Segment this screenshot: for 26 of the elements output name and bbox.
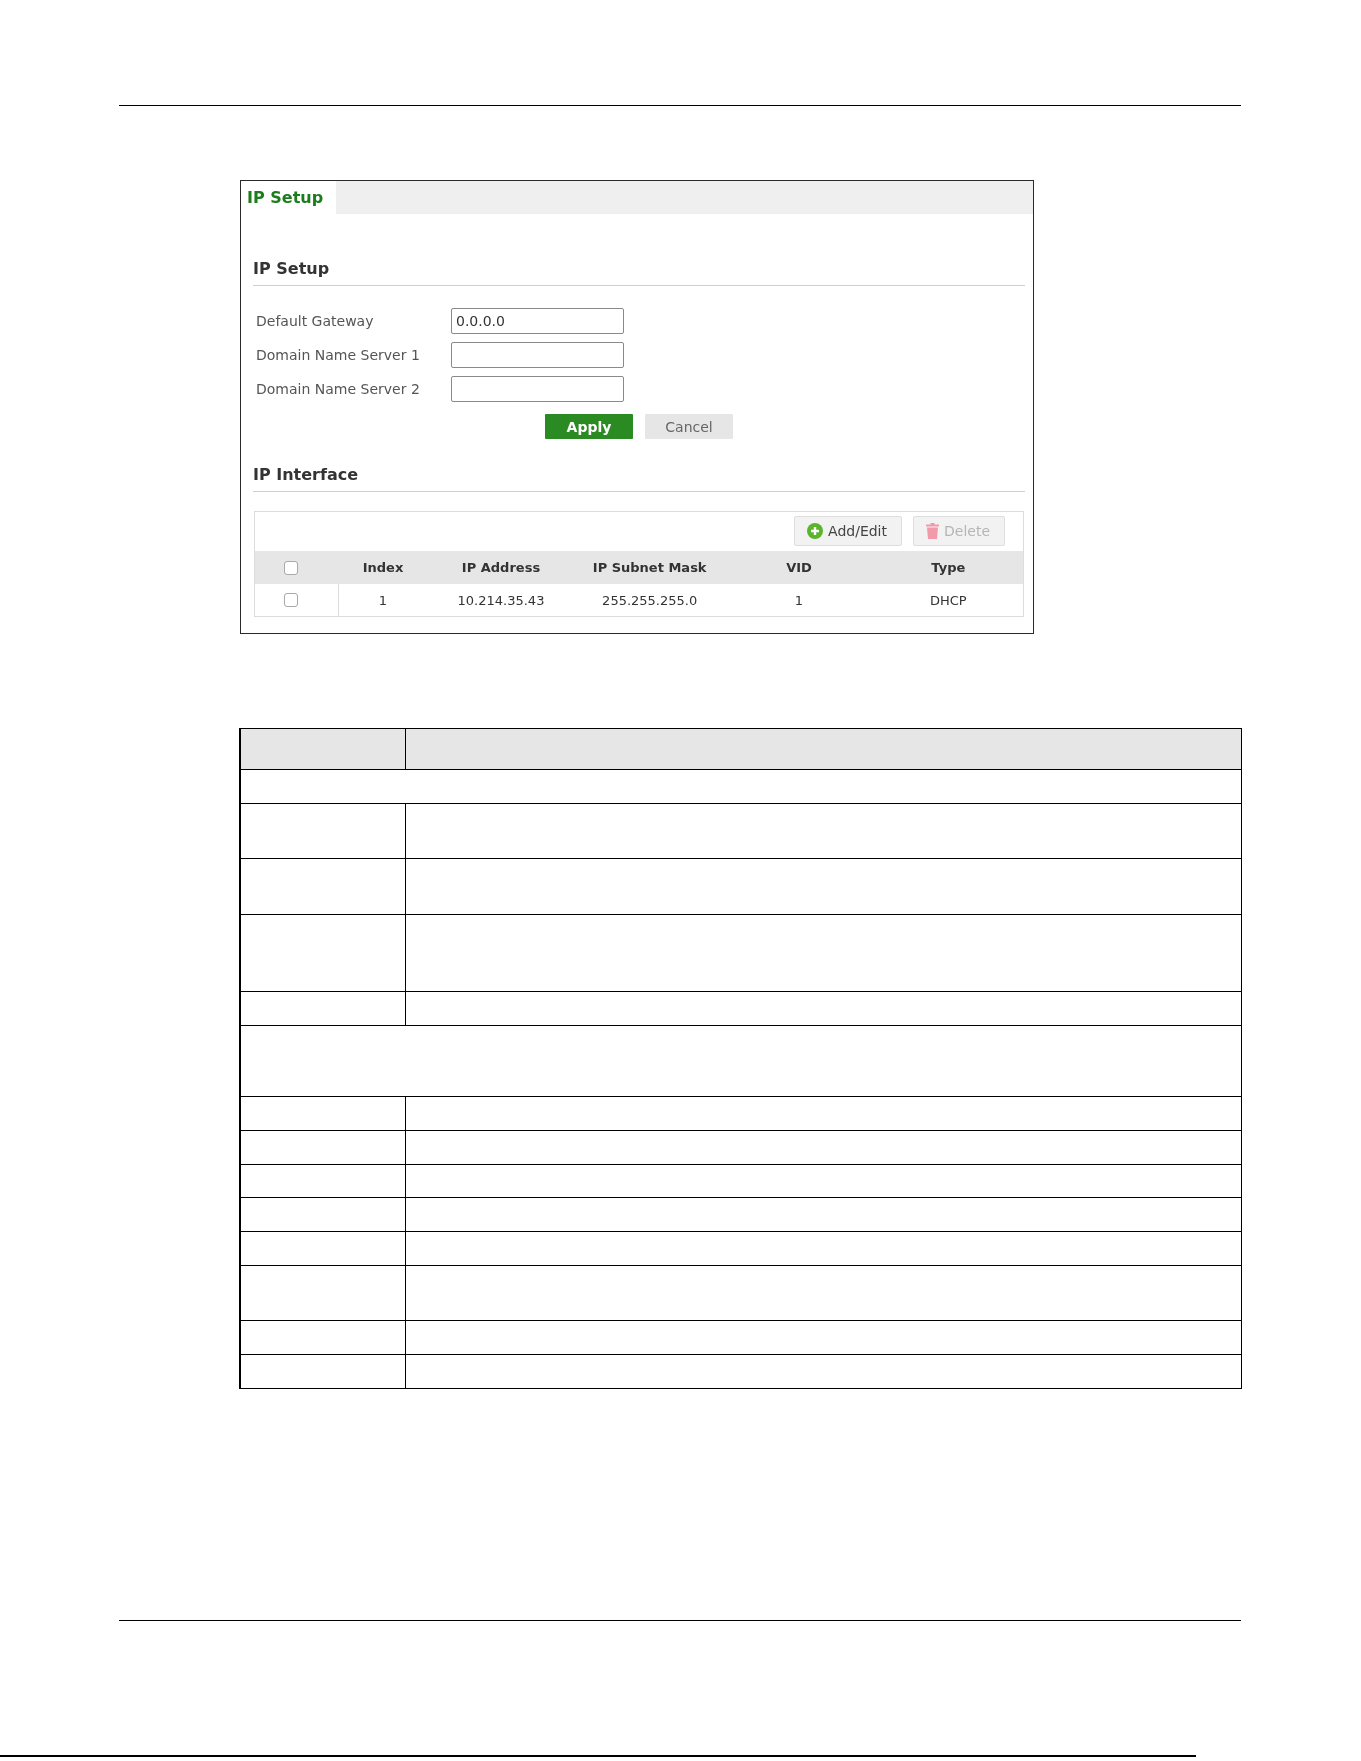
field-label: Domain Name Server 2 bbox=[255, 381, 421, 397]
plus-circle-icon bbox=[807, 523, 824, 539]
checkbox[interactable] bbox=[284, 560, 298, 575]
section-title: IP Setup bbox=[253, 259, 330, 278]
field-label: Domain Name Server 1 bbox=[255, 347, 421, 363]
input-field[interactable] bbox=[451, 342, 624, 368]
column-header: IP Address bbox=[461, 560, 541, 575]
table-cell: 1 bbox=[794, 592, 804, 608]
table-cell: 10.214.35.43 bbox=[457, 592, 545, 608]
column-header: Index bbox=[362, 560, 404, 575]
field-label: Default Gateway bbox=[255, 313, 375, 329]
input-field[interactable]: 0.0.0.0 bbox=[451, 308, 624, 334]
section-title: IP Interface bbox=[253, 465, 359, 484]
column-header: VID bbox=[786, 560, 812, 575]
apply-button[interactable]: Apply bbox=[545, 414, 633, 439]
trash-icon bbox=[926, 523, 939, 539]
add-edit-button[interactable]: Add/Edit bbox=[794, 516, 902, 546]
checkbox[interactable] bbox=[284, 593, 298, 607]
column-header: Type bbox=[931, 560, 966, 575]
tab[interactable]: IP Setup bbox=[241, 181, 336, 214]
column-header: IP Subnet Mask bbox=[592, 560, 707, 575]
table-cell: DHCP bbox=[929, 592, 967, 608]
cancel-button[interactable]: Cancel bbox=[645, 414, 733, 439]
table-cell: 255.255.255.0 bbox=[602, 592, 698, 608]
table-cell: 1 bbox=[378, 592, 388, 608]
input-field[interactable] bbox=[451, 376, 624, 402]
